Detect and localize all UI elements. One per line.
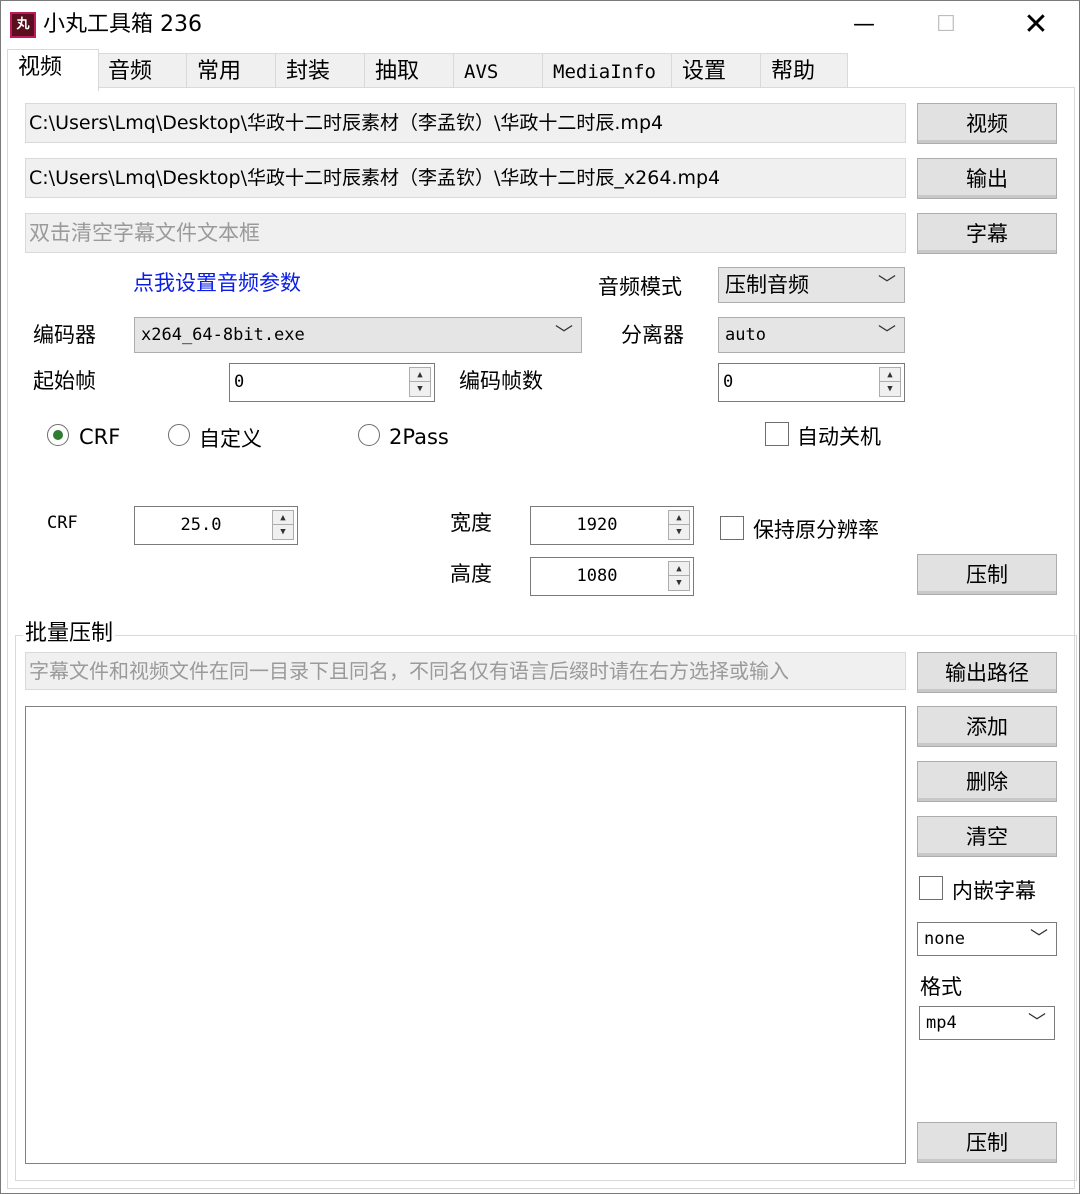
chevron-down-icon: ﹀ xyxy=(878,324,896,345)
audio-mode-value: 压制音频 xyxy=(725,273,809,297)
select-subtitle-button[interactable]: 字幕 xyxy=(917,213,1057,254)
mode-custom-label[interactable]: 自定义 xyxy=(199,425,262,453)
select-output-button[interactable]: 输出 xyxy=(917,158,1057,199)
maximize-button[interactable]: ☐ xyxy=(901,1,991,49)
tab-extract[interactable]: 抽取 xyxy=(364,53,454,89)
mode-crf-label[interactable]: CRF xyxy=(79,423,120,451)
keep-resolution-checkbox[interactable] xyxy=(720,516,744,540)
batch-add-button[interactable]: 添加 xyxy=(917,706,1057,747)
tab-strip: 视频 音频 常用 封装 抽取 AVS MediaInfo 设置 帮助 xyxy=(7,49,1077,91)
tab-audio[interactable]: 音频 xyxy=(97,53,187,89)
batch-encode-button[interactable]: 压制 xyxy=(917,1122,1057,1163)
width-value: 1920 xyxy=(576,515,618,535)
tab-video[interactable]: 视频 xyxy=(7,49,99,91)
chevron-down-icon: ﹀ xyxy=(878,274,896,295)
encode-frames-value: 0 xyxy=(723,372,734,392)
format-label: 格式 xyxy=(920,975,962,999)
height-label: 高度 xyxy=(450,562,492,586)
splitter-select[interactable]: auto ﹀ xyxy=(718,317,905,353)
auto-shutdown-label[interactable]: 自动关机 xyxy=(797,423,881,451)
batch-delete-button[interactable]: 删除 xyxy=(917,761,1057,802)
encode-frames-label: 编码帧数 xyxy=(459,369,543,393)
encoder-value: x264_64-8bit.exe xyxy=(141,325,305,345)
embed-subtitle-label[interactable]: 内嵌字幕 xyxy=(952,877,1036,905)
chevron-down-icon: ﹀ xyxy=(1028,1012,1046,1033)
close-button[interactable]: ✕ xyxy=(991,1,1080,49)
start-frame-label: 起始帧 xyxy=(33,369,96,393)
subtitle-lang-value: none xyxy=(924,929,965,949)
batch-file-list[interactable] xyxy=(25,706,906,1164)
mode-2pass-label[interactable]: 2Pass xyxy=(389,423,449,451)
tab-help[interactable]: 帮助 xyxy=(760,53,848,89)
start-frame-value: 0 xyxy=(234,372,245,392)
spinner-arrows-icon[interactable]: ▲ ▼ xyxy=(668,510,690,540)
minimize-button[interactable]: — xyxy=(819,1,909,49)
width-label: 宽度 xyxy=(450,511,492,535)
batch-encode-title: 批量压制 xyxy=(23,620,116,648)
mode-2pass-radio[interactable] xyxy=(358,424,380,446)
title-bar: 丸 小丸工具箱 236 — ☐ ✕ xyxy=(1,1,1079,49)
audio-settings-link[interactable]: 点我设置音频参数 xyxy=(133,269,301,297)
batch-hint-field[interactable]: 字幕文件和视频文件在同一目录下且同名，不同名仅有语言后缀时请在右方选择或输入 xyxy=(25,652,906,690)
splitter-value: auto xyxy=(725,325,766,345)
output-path-field[interactable]: C:\Users\Lmq\Desktop\华政十二时辰素材（李孟钦）\华政十二时… xyxy=(25,158,906,198)
format-select[interactable]: mp4 ﹀ xyxy=(919,1006,1055,1040)
batch-clear-button[interactable]: 清空 xyxy=(917,816,1057,857)
crf-value: 25.0 xyxy=(180,515,222,535)
mode-crf-radio[interactable] xyxy=(47,424,69,446)
chevron-down-icon: ﹀ xyxy=(555,324,573,345)
keep-resolution-label[interactable]: 保持原分辨率 xyxy=(753,516,879,544)
format-value: mp4 xyxy=(926,1013,957,1033)
spinner-arrows-icon[interactable]: ▲ ▼ xyxy=(409,367,431,397)
app-window: 丸 小丸工具箱 236 — ☐ ✕ 视频 音频 常用 封装 抽取 AVS Med… xyxy=(0,0,1080,1194)
height-value: 1080 xyxy=(576,566,618,586)
chevron-down-icon: ﹀ xyxy=(1030,928,1048,949)
encode-frames-spinner[interactable]: 0 ▲ ▼ xyxy=(718,363,905,402)
tab-mux[interactable]: 封装 xyxy=(275,53,365,89)
audio-mode-label: 音频模式 xyxy=(598,275,682,299)
subtitle-lang-select[interactable]: none ﹀ xyxy=(917,922,1057,956)
subtitle-path-field[interactable]: 双击清空字幕文件文本框 xyxy=(25,213,906,253)
crf-label: CRF xyxy=(47,513,78,533)
input-video-path-field[interactable]: C:\Users\Lmq\Desktop\华政十二时辰素材（李孟钦）\华政十二时… xyxy=(25,103,906,143)
auto-shutdown-checkbox[interactable] xyxy=(765,422,789,446)
batch-output-path-button[interactable]: 输出路径 xyxy=(917,652,1057,693)
tab-settings[interactable]: 设置 xyxy=(671,53,761,89)
tab-common[interactable]: 常用 xyxy=(186,53,276,89)
audio-mode-select[interactable]: 压制音频 ﹀ xyxy=(718,267,905,303)
encoder-label: 编码器 xyxy=(33,323,96,347)
start-frame-spinner[interactable]: 0 ▲ ▼ xyxy=(229,363,435,402)
width-spinner[interactable]: 1920 ▲ ▼ xyxy=(530,506,694,545)
tab-avs[interactable]: AVS xyxy=(453,53,543,89)
crf-spinner[interactable]: 25.0 ▲ ▼ xyxy=(134,506,298,545)
window-title: 小丸工具箱 236 xyxy=(43,12,202,37)
select-video-button[interactable]: 视频 xyxy=(917,103,1057,144)
spinner-arrows-icon[interactable]: ▲ ▼ xyxy=(879,367,901,397)
splitter-label: 分离器 xyxy=(621,323,684,347)
spinner-arrows-icon[interactable]: ▲ ▼ xyxy=(668,561,690,591)
encoder-select[interactable]: x264_64-8bit.exe ﹀ xyxy=(134,317,582,353)
spinner-arrows-icon[interactable]: ▲ ▼ xyxy=(272,510,294,540)
mode-custom-radio[interactable] xyxy=(168,424,190,446)
app-logo-icon: 丸 xyxy=(10,12,36,38)
height-spinner[interactable]: 1080 ▲ ▼ xyxy=(530,557,694,596)
embed-subtitle-checkbox[interactable] xyxy=(919,876,943,900)
tab-mediainfo[interactable]: MediaInfo xyxy=(542,53,672,89)
encode-button[interactable]: 压制 xyxy=(917,554,1057,595)
